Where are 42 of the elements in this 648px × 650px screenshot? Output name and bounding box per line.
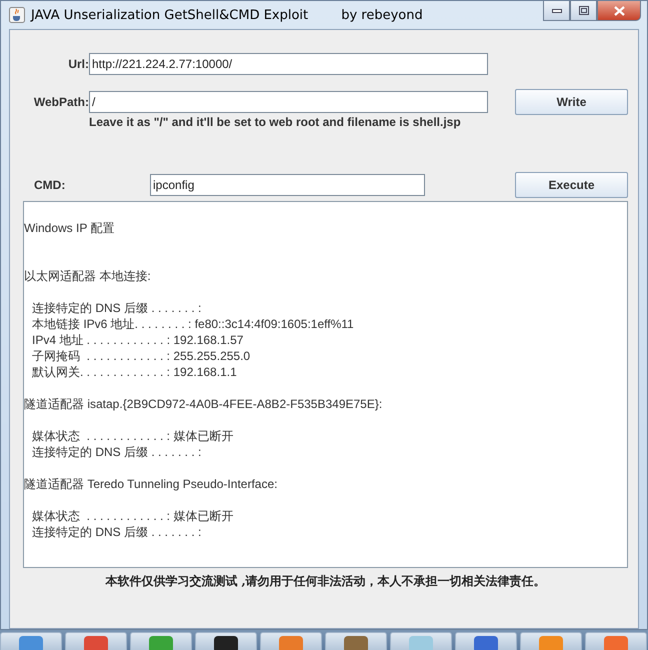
output-line: IPv4 地址 . . . . . . . . . . . . : 192.168.1.57 — [31, 332, 244, 348]
webpath-field[interactable]: / — [89, 91, 488, 113]
app-icon — [408, 635, 434, 650]
output-line: 媒体状态 . . . . . . . . . . . . : 媒体已断开 — [31, 508, 234, 524]
output-line: 隧道适配器 isatap.{2B9CD972-4A0B-4FEE-A8B2-F535B349E75E}: — [24, 396, 384, 412]
cmd-label: CMD: — [34, 178, 66, 192]
disclaimer-text: 本软件仅供学习交流测试 ,请勿用于任何非法活动，本人不承担一切相关法律责任。 — [104, 573, 547, 590]
webpath-label: WebPath: — [34, 95, 89, 109]
output-line: 子网掩码 . . . . . . . . . . . . : 255.255.255.0 — [31, 348, 252, 364]
output-line: Windows IP 配置 — [24, 220, 116, 236]
output-line: 连接特定的 DNS 后缀 . . . . . . . : — [31, 300, 202, 316]
close-icon — [614, 6, 624, 16]
app-icon — [603, 635, 629, 650]
cmd-field[interactable]: ipconfig — [150, 174, 425, 196]
output-line: 连接特定的 DNS 后缀 . . . . . . . : — [31, 524, 202, 540]
output-line: 本地链接 IPv6 地址. . . . . . . . : fe80::3c14:4f09:1605:1eff%11 — [31, 316, 355, 332]
app-icon — [473, 635, 499, 650]
write-button[interactable]: Write — [515, 89, 628, 115]
minimize-icon — [552, 8, 562, 12]
maximize-icon — [578, 6, 588, 15]
url-field[interactable]: http://221.224.2.77:10000/ — [89, 53, 488, 75]
app-icon — [213, 635, 239, 650]
window-title: JAVA Unserialization GetShell&CMD Exploit by rebeyond — [31, 8, 423, 22]
close-button[interactable] — [597, 1, 641, 21]
java-cup-icon — [9, 7, 25, 23]
execute-button[interactable]: Execute — [515, 172, 628, 198]
maximize-button[interactable] — [570, 1, 597, 21]
webpath-hint: Leave it as "/" and it'll be set to web root and filename is shell.jsp — [89, 115, 461, 129]
taskbar-button[interactable] — [195, 632, 257, 650]
app-icon — [538, 635, 564, 650]
url-label: Url: — [68, 57, 89, 71]
output-line: 媒体状态 . . . . . . . . . . . . : 媒体已断开 — [31, 428, 234, 444]
minimize-button[interactable] — [543, 1, 570, 21]
app-icon — [278, 635, 304, 650]
output-line: 连接特定的 DNS 后缀 . . . . . . . : — [31, 444, 202, 460]
app-icon — [83, 635, 109, 650]
app-icon — [343, 635, 369, 650]
output-line: 默认网关. . . . . . . . . . . . . : 192.168.1.1 — [31, 364, 238, 380]
output-line: 以太网适配器 本地连接: — [24, 268, 152, 284]
app-icon — [148, 635, 174, 650]
output-line: 隧道适配器 Teredo Tunneling Pseudo-Interface: — [24, 476, 278, 492]
app-icon — [18, 635, 44, 650]
